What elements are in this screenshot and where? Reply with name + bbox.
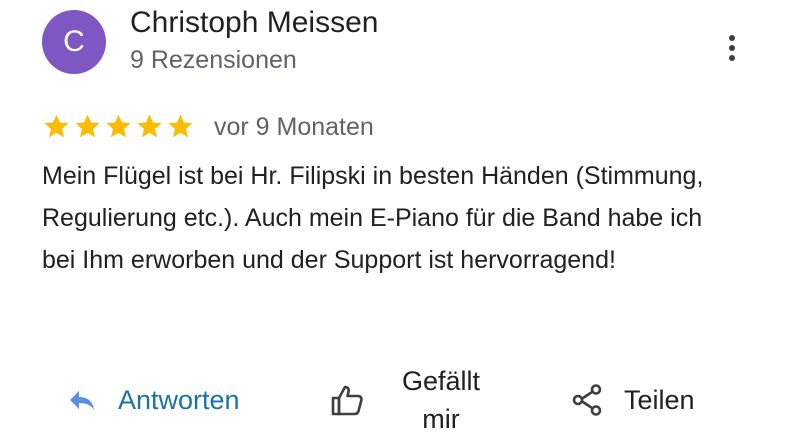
author-name[interactable]: Christoph Meissen bbox=[130, 6, 378, 40]
like-button[interactable]: Gefällt mir bbox=[330, 362, 496, 438]
like-label-line2: mir bbox=[422, 404, 460, 434]
thumbs-up-icon bbox=[331, 385, 363, 416]
star-icon bbox=[168, 114, 193, 138]
star-icon bbox=[137, 114, 162, 138]
reply-button[interactable]: Antworten bbox=[68, 378, 240, 422]
reply-icon bbox=[70, 391, 94, 410]
share-button[interactable]: Teilen bbox=[572, 378, 695, 422]
star-rating bbox=[42, 112, 195, 141]
like-label-line1: Gefällt bbox=[401, 366, 481, 396]
avatar[interactable]: C bbox=[42, 10, 106, 74]
star-icon bbox=[106, 114, 131, 138]
more-vert-icon bbox=[729, 35, 735, 61]
review-text: Mein Flügel ist bei Hr. Filipski in best… bbox=[42, 162, 704, 274]
share-icon bbox=[572, 384, 602, 416]
review-time: vor 9 Monaten bbox=[214, 113, 374, 141]
reply-label: Antworten bbox=[118, 384, 240, 415]
avatar-initial: C bbox=[63, 25, 85, 58]
more-options-button[interactable] bbox=[716, 28, 748, 68]
star-icon bbox=[44, 114, 69, 138]
star-icon bbox=[75, 114, 100, 138]
author-review-count: 9 Rezensionen bbox=[130, 46, 297, 74]
like-label: Gefällt mir bbox=[386, 362, 496, 438]
share-label: Teilen bbox=[624, 384, 695, 415]
